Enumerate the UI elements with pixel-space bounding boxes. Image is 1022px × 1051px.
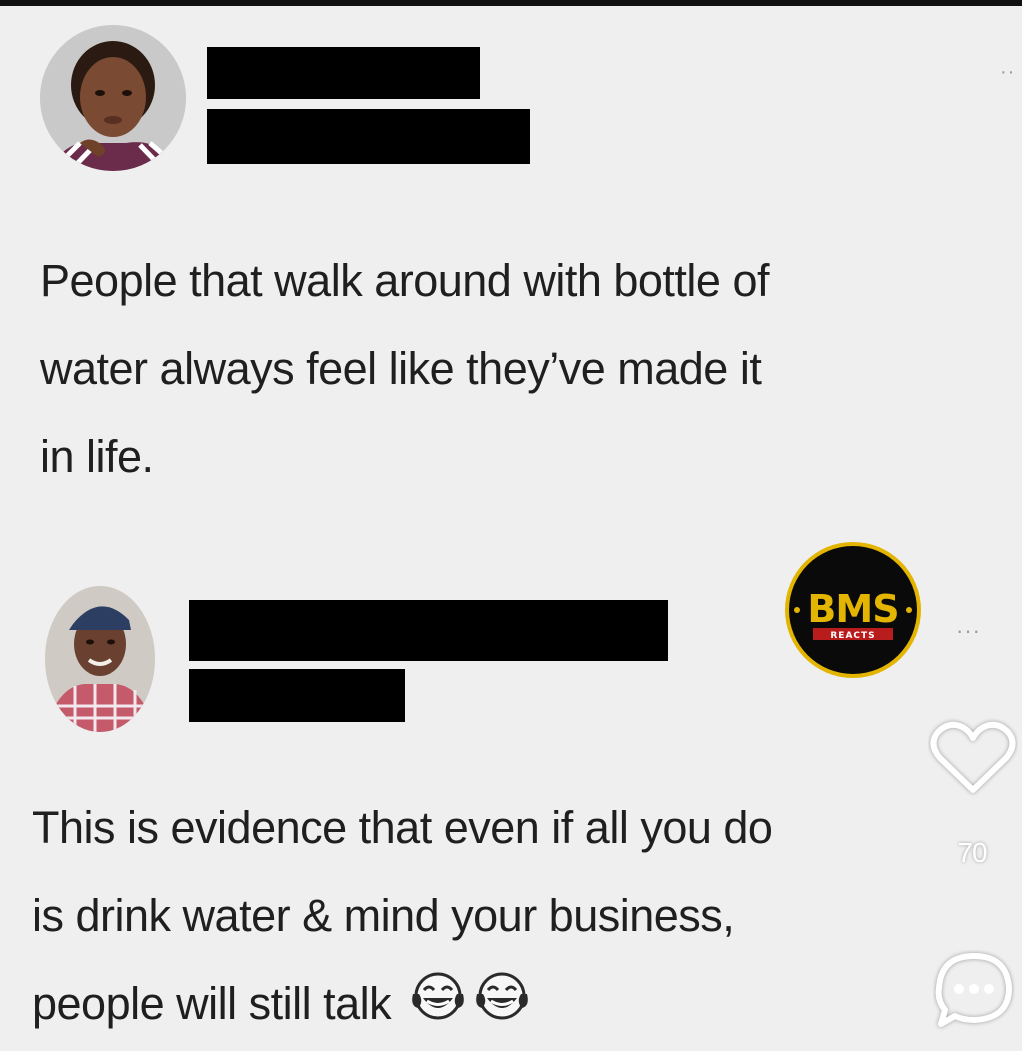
tweet1-text-line-3: in life. (40, 431, 154, 482)
comment-bubble-icon[interactable] (933, 950, 1015, 1032)
tweet2-text-line-1: This is evidence that even if all you do (32, 802, 773, 853)
bms-logo-graphic: BMS REACTS (785, 542, 921, 678)
tweet1-text-line-2: water always feel like they’ve made it (40, 343, 762, 394)
tweet2-more-icon[interactable]: ··· (956, 620, 981, 642)
man-portrait-avatar-image (45, 586, 155, 732)
tweet1-text-line-1: People that walk around with bottle of (40, 255, 769, 306)
tweet1-avatar[interactable] (40, 25, 186, 171)
tweet2-avatar[interactable] (45, 586, 155, 732)
tweet2-text: This is evidence that even if all you do… (32, 784, 773, 1051)
tears-of-joy-emoji-icon (409, 963, 467, 1051)
bms-logo-tagline: REACTS (830, 631, 875, 641)
tweet2-handle-redaction (189, 669, 405, 722)
tweet2-text-line-3: people will still talk (32, 978, 392, 1029)
top-edge-bar (0, 0, 1022, 6)
tweet1-more-icon[interactable]: ·· (1000, 62, 1015, 82)
tweet2-name-redaction (189, 600, 668, 661)
tweet2-text-line-2: is drink water & mind your business, (32, 890, 735, 941)
tears-of-joy-emoji-icon (473, 963, 531, 1051)
tweet1-handle-redaction (207, 109, 530, 164)
bms-reacts-logo: BMS REACTS (783, 540, 923, 680)
bms-logo-brand: BMS (807, 587, 898, 631)
heart-icon[interactable] (928, 718, 1018, 798)
woman-portrait-avatar-image (40, 25, 186, 171)
tweet1-text: People that walk around with bottle of w… (40, 237, 769, 501)
like-count: 70 (957, 837, 987, 868)
tweet1-name-redaction (207, 47, 480, 99)
